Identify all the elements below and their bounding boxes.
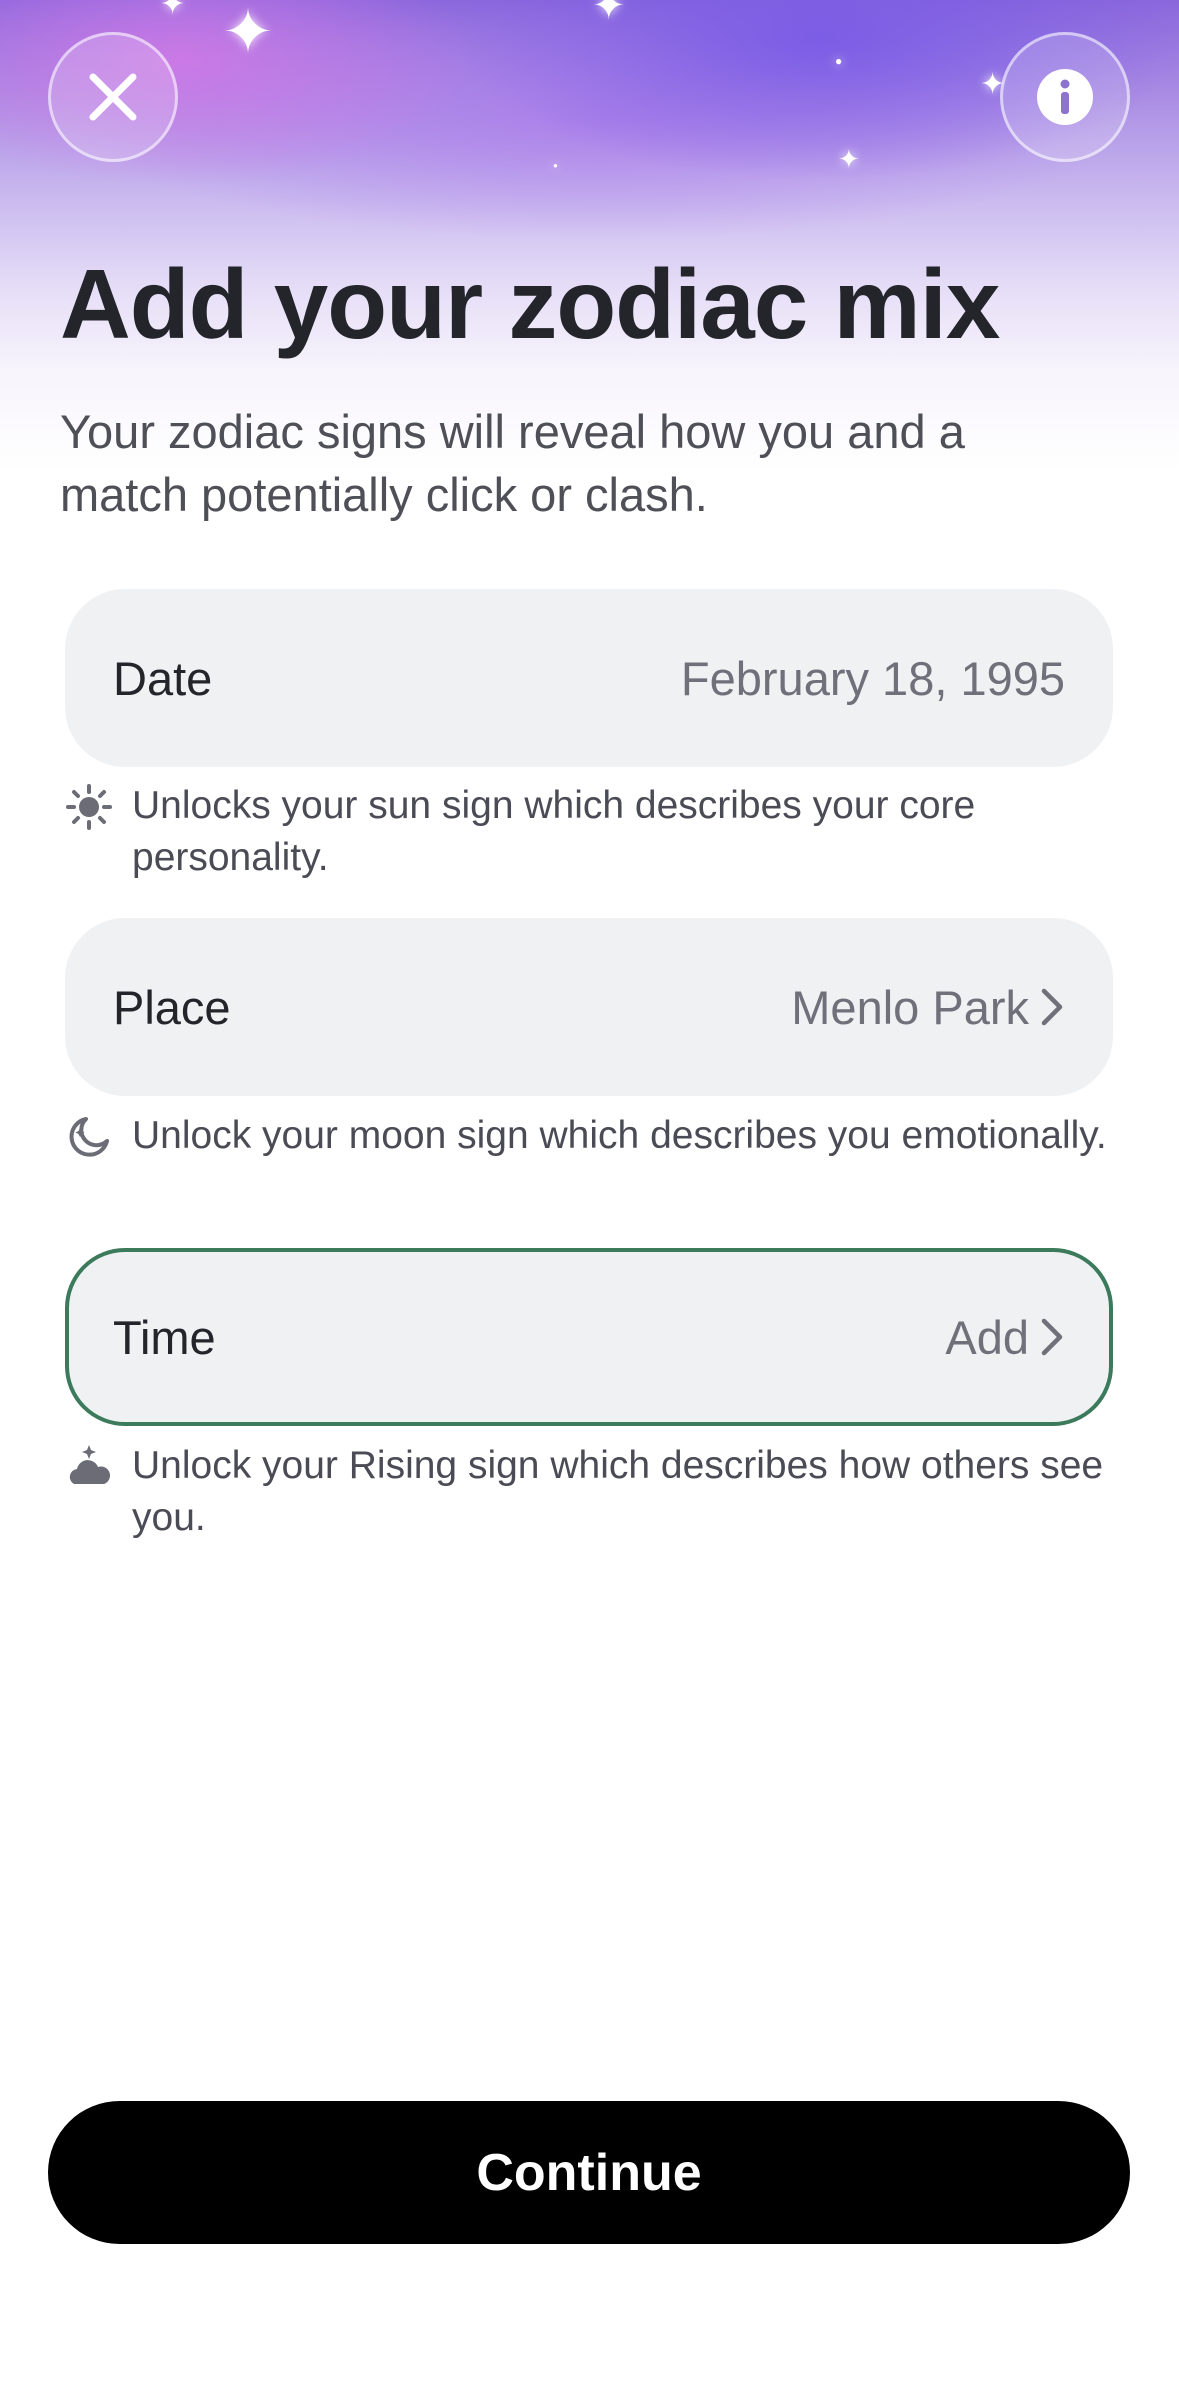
date-hint-text: Unlocks your sun sign which describes yo… <box>132 784 976 879</box>
sparkle-icon: ✦ <box>838 144 860 174</box>
info-icon <box>1037 69 1093 125</box>
chevron-right-icon <box>1039 987 1065 1027</box>
sparkle-icon: ✦ <box>160 0 186 21</box>
place-hint-text: Unlock your moon sign which describes yo… <box>132 1114 1107 1157</box>
place-value: Menlo Park <box>791 980 1029 1034</box>
place-field[interactable]: Place Menlo Park <box>65 918 1113 1096</box>
date-value: February 18, 1995 <box>680 651 1065 705</box>
close-button[interactable] <box>48 32 178 162</box>
time-field[interactable]: Time Add <box>65 1248 1113 1426</box>
close-icon <box>89 73 137 121</box>
info-button[interactable] <box>1000 32 1130 162</box>
rising-sun-cloud-icon <box>66 1444 112 1490</box>
sparkle-icon: ✦ <box>222 0 274 67</box>
chevron-right-icon <box>1039 1317 1065 1357</box>
time-label: Time <box>113 1310 216 1364</box>
time-hint-text: Unlock your Rising sign which describes … <box>132 1444 1104 1539</box>
sun-icon <box>66 784 112 830</box>
sparkle-icon: ● <box>553 161 558 170</box>
page-title: Add your zodiac mix <box>60 249 1000 359</box>
time-value: Add <box>945 1310 1029 1364</box>
sparkle-icon: ✦ <box>592 0 626 28</box>
moon-icon <box>66 1114 112 1160</box>
date-hint: Unlocks your sun sign which describes yo… <box>66 780 1126 884</box>
page-subtitle: Your zodiac signs will reveal how you an… <box>60 405 965 521</box>
date-field[interactable]: Date February 18, 1995 <box>65 589 1113 767</box>
time-value-group: Add <box>945 1310 1065 1365</box>
sparkle-icon: ● <box>835 54 843 68</box>
place-label: Place <box>113 980 231 1034</box>
place-hint: Unlock your moon sign which describes yo… <box>66 1110 1126 1162</box>
date-label: Date <box>113 651 213 705</box>
place-value-group: Menlo Park <box>791 980 1065 1035</box>
continue-button[interactable]: Continue <box>48 2101 1130 2244</box>
time-hint: Unlock your Rising sign which describes … <box>66 1440 1126 1544</box>
